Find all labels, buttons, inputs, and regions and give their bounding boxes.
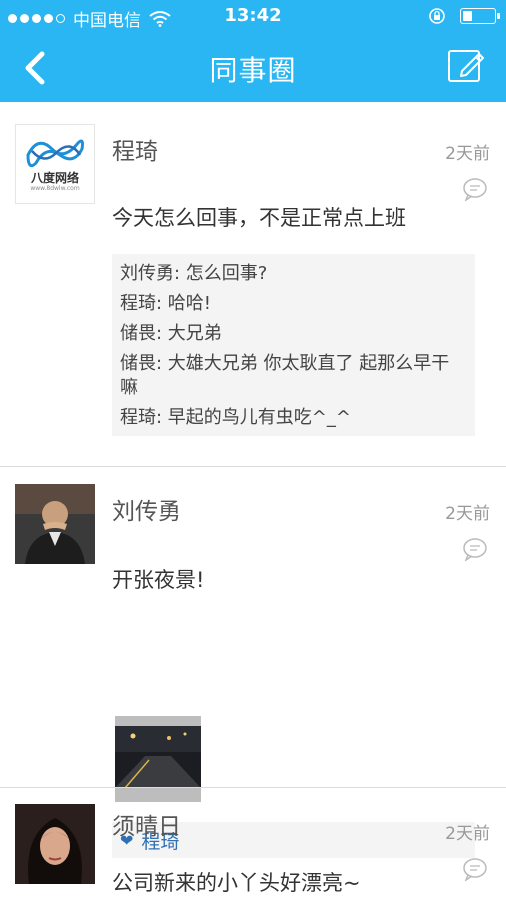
battery-level (463, 11, 472, 21)
avatar-brand-url: www.8dwlw.com (30, 185, 80, 192)
status-bar: 中国电信 13:42 (0, 0, 506, 34)
avatar[interactable]: 八度网络 www.8dwlw.com (15, 124, 95, 204)
person-photo-icon (15, 804, 95, 884)
divider (0, 466, 506, 467)
page-title: 同事圈 (209, 54, 297, 87)
post-time: 2天前 (445, 824, 490, 844)
post-content: 公司新来的小丫头好漂亮~ (112, 871, 361, 895)
post-time: 2天前 (445, 504, 490, 524)
divider (0, 787, 506, 788)
comment-icon[interactable] (462, 857, 488, 881)
comments-box: 刘传勇: 怎么回事? 程琦: 哈哈! 储畏: 大兄弟 储畏: 大雄大兄弟 你太耿… (112, 254, 475, 436)
comment-item[interactable]: 程琦: 哈哈! (120, 292, 467, 316)
avatar[interactable] (15, 804, 95, 884)
comment-item[interactable]: 储畏: 大兄弟 (120, 322, 467, 346)
post-content: 开张夜景! (112, 568, 205, 592)
avatar-brand-text: 八度网络 (30, 171, 79, 185)
comment-item[interactable]: 程琦: 早起的鸟儿有虫吃^_^ (120, 406, 467, 430)
avatar[interactable] (15, 484, 95, 564)
post-content: 今天怎么回事，不是正常点上班 (112, 206, 406, 230)
comment-item[interactable]: 储畏: 大雄大兄弟 你太耿直了 起那么早干嘛 (120, 352, 467, 400)
post-author[interactable]: 程琦 (112, 132, 158, 166)
battery-icon (460, 8, 500, 24)
night-street-image (115, 716, 201, 802)
feed: 八度网络 www.8dwlw.com 程琦 2天前 今天怎么回事，不是正常点上班… (0, 102, 506, 900)
person-photo-icon (15, 484, 95, 564)
compose-icon[interactable] (446, 45, 486, 85)
comment-item[interactable]: 刘传勇: 怎么回事? (120, 262, 467, 286)
post-time: 2天前 (445, 144, 490, 164)
post-author[interactable]: 刘传勇 (112, 492, 181, 526)
rotation-lock-icon (429, 8, 445, 24)
status-right (428, 7, 500, 25)
comment-icon[interactable] (462, 537, 488, 561)
nav-bar: 同事圈 (0, 34, 506, 102)
post-photo[interactable] (115, 716, 201, 802)
post-author[interactable]: 须晴日 (112, 807, 181, 841)
comment-icon[interactable] (462, 177, 488, 201)
